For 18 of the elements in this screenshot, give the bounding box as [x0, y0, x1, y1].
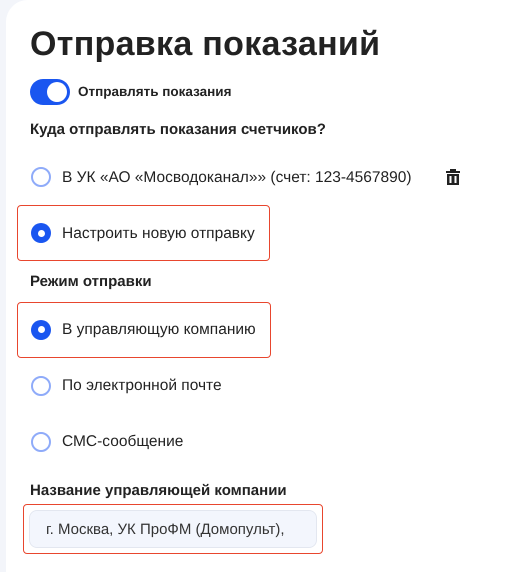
- radio-button[interactable]: [31, 376, 51, 396]
- field-label: Название управляющей компании: [30, 480, 288, 501]
- radio-button[interactable]: [31, 223, 51, 244]
- radio-label[interactable]: В управляющую компанию: [62, 318, 256, 342]
- radio-button[interactable]: [31, 167, 51, 188]
- radio-button[interactable]: [31, 432, 51, 452]
- page-title: Отправка показаний: [30, 24, 382, 65]
- radio-label[interactable]: СМС-сообщение: [62, 430, 184, 454]
- company-name-field[interactable]: г. Москва, УК ПроФМ (Домопульт),: [29, 510, 317, 548]
- section-heading: Режим отправки: [30, 272, 153, 292]
- toggle-switch[interactable]: [30, 78, 70, 105]
- delete-icon[interactable]: [444, 168, 461, 186]
- toggle-label: Отправлять показания: [78, 82, 232, 101]
- radio-label[interactable]: По электронной почте: [62, 374, 222, 398]
- section-heading: Куда отправлять показания счетчиков?: [30, 120, 327, 140]
- radio-label[interactable]: В УК «АО «Мосводоканал»» (счет: 123-4567890): [62, 166, 412, 189]
- radio-label[interactable]: Настроить новую отправку: [62, 222, 255, 245]
- radio-button[interactable]: [31, 320, 51, 340]
